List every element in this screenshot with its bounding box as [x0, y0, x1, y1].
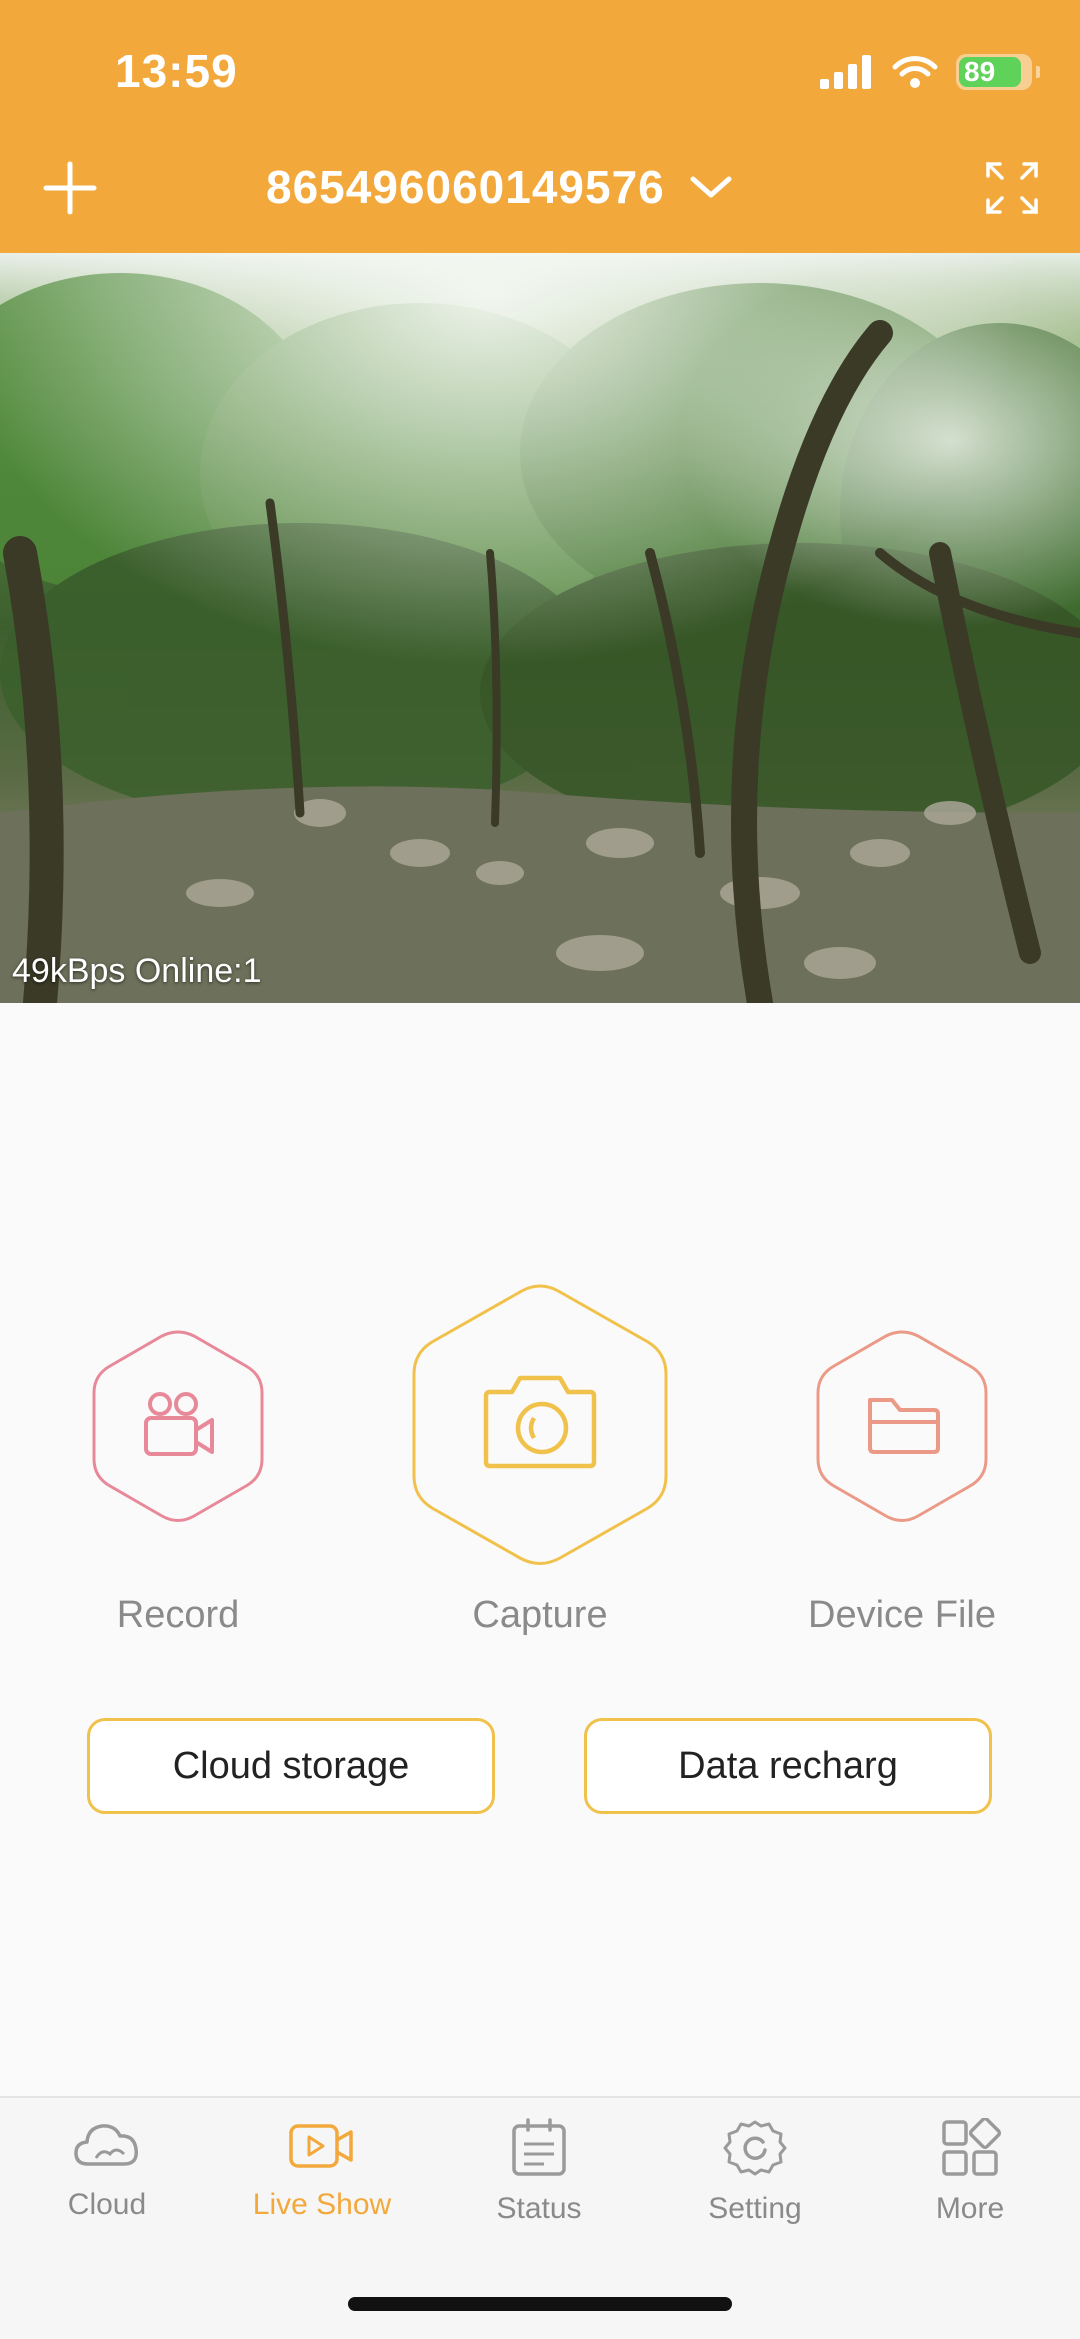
chevron-down-icon [690, 176, 732, 198]
camera-icon [483, 1375, 597, 1469]
add-device-button[interactable] [40, 158, 100, 218]
status-time: 13:59 [115, 45, 238, 97]
forest-scene-image [0, 253, 1080, 1003]
device-id: 865496060149576 [266, 161, 665, 213]
device-file-hexagon [816, 1330, 988, 1522]
battery-indicator: 89 [956, 54, 1032, 90]
title-bar: 865496060149576 [0, 150, 1080, 230]
tab-setting-label: Setting [708, 2192, 802, 2225]
wifi-icon [892, 56, 938, 88]
fullscreen-icon[interactable] [984, 160, 1040, 216]
tab-more[interactable]: More [890, 2118, 1050, 2226]
tab-more-label: More [935, 2192, 1005, 2225]
record-label: Record [116, 1594, 240, 1636]
device-selector[interactable]: 865496060149576 [266, 160, 733, 214]
live-video-icon [289, 2124, 353, 2168]
capture-button[interactable]: Capture [408, 1280, 672, 1636]
capture-hexagon [412, 1284, 668, 1565]
device-file-label: Device File [808, 1594, 996, 1636]
grid-icon [942, 2118, 1002, 2176]
tab-cloud[interactable]: Cloud [27, 2118, 187, 2222]
signal-icon [820, 55, 871, 89]
gear-icon [723, 2120, 787, 2176]
capture-label: Capture [472, 1594, 608, 1636]
record-hexagon [92, 1330, 264, 1522]
tab-live-show[interactable]: Live Show [242, 2118, 402, 2222]
tab-status[interactable]: Status [459, 2118, 619, 2226]
home-indicator [348, 2297, 732, 2311]
folder-icon [868, 1398, 940, 1454]
battery-cap [1036, 66, 1040, 78]
device-file-button[interactable]: Device File [808, 1326, 996, 1636]
cloud-icon [74, 2124, 138, 2166]
tab-status-label: Status [496, 2192, 582, 2225]
clipboard-icon [512, 2118, 566, 2176]
battery-percent: 89 [964, 56, 996, 87]
tab-cloud-label: Cloud [67, 2188, 147, 2221]
data-recharge-button[interactable]: Data recharg [584, 1718, 992, 1814]
video-camera-icon [144, 1392, 214, 1456]
live-video-feed[interactable]: 49kBps Online:1 [0, 253, 1080, 1003]
status-icons: 89 [820, 50, 1040, 94]
app-header: 13:59 89 865496060149576 [0, 0, 1080, 253]
stream-status-text: 49kBps Online:1 [12, 952, 262, 990]
tab-setting[interactable]: Setting [675, 2118, 835, 2226]
tab-live-show-label: Live Show [252, 2188, 392, 2221]
cloud-storage-button[interactable]: Cloud storage [87, 1718, 495, 1814]
record-button[interactable]: Record [88, 1326, 268, 1636]
